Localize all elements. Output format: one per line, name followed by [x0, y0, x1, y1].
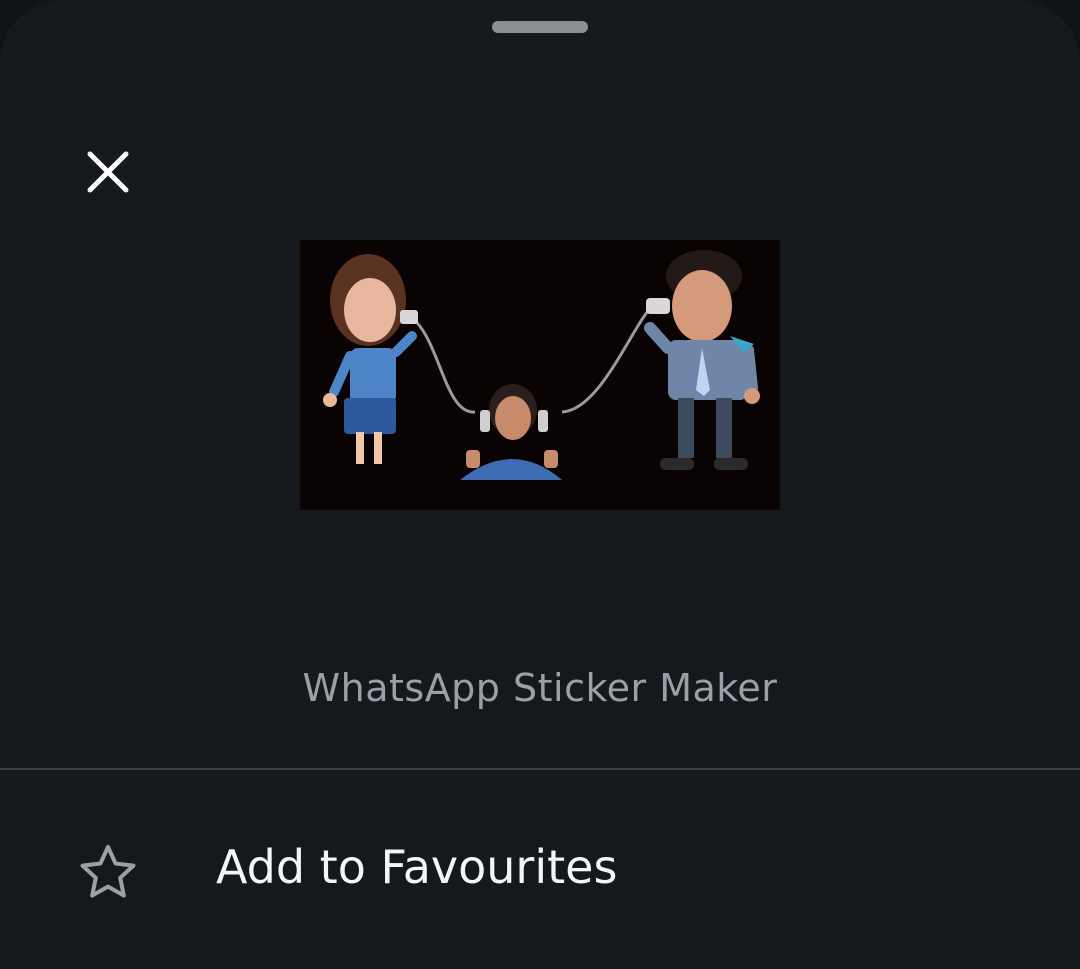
drag-handle[interactable]: [492, 21, 588, 33]
add-to-favourites-button[interactable]: Add to Favourites: [0, 771, 1080, 969]
close-button[interactable]: [72, 136, 144, 208]
app-name-label: WhatsApp Sticker Maker: [302, 666, 778, 710]
sticker-preview: [300, 240, 780, 510]
add-to-favourites-label: Add to Favourites: [216, 840, 618, 894]
divider: [0, 768, 1080, 770]
close-icon: [87, 151, 129, 193]
sticker-image: [300, 240, 780, 510]
bottom-sheet: WhatsApp Sticker Maker Add to Favourites: [0, 0, 1080, 969]
star-outline-icon: [80, 845, 136, 898]
